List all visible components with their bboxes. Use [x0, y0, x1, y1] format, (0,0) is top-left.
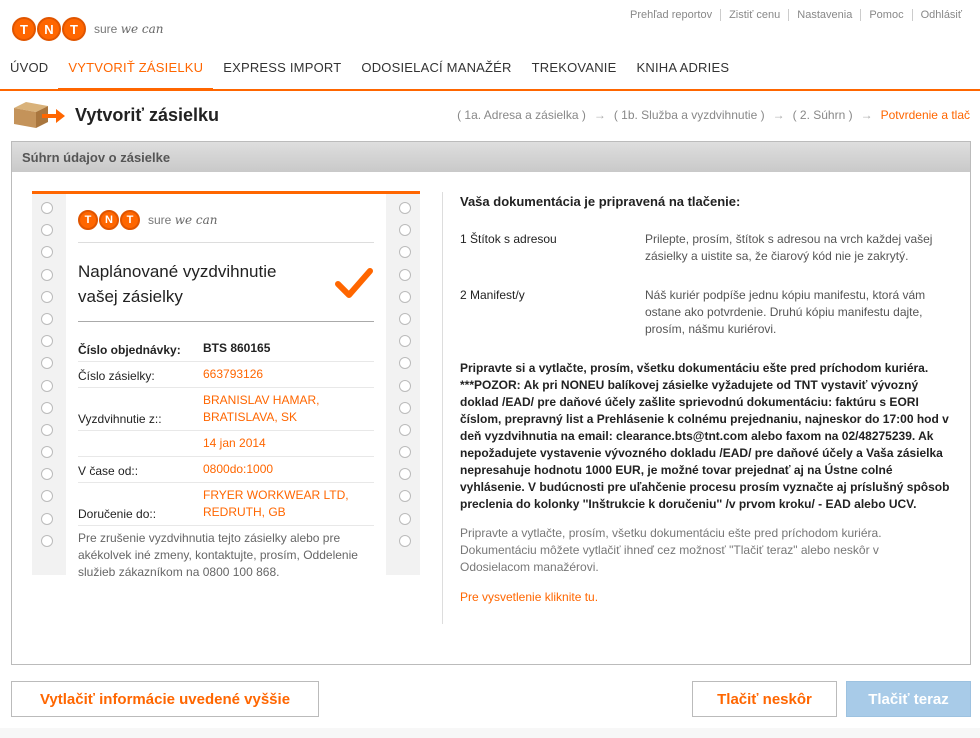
- doc-name: 1 Štítok s adresou: [460, 232, 557, 246]
- detail-row-time: V čase od:: 0800do:1000: [78, 457, 374, 483]
- summary-header: Súhrn údajov o zásielke: [12, 142, 970, 172]
- toplink-help[interactable]: Pomoc: [860, 9, 911, 21]
- detail-label: Doručenie do::: [78, 507, 157, 521]
- detail-label: Číslo objednávky:: [78, 343, 181, 357]
- detail-value: 663793126: [203, 367, 264, 381]
- perforation-left: [41, 202, 53, 547]
- doc-item-label: 1 Štítok s adresou Prilepte, prosím, ští…: [460, 231, 950, 265]
- step-arrow-icon: →: [593, 108, 606, 122]
- detail-value: 0800do:1000: [203, 462, 274, 476]
- detail-row-pickup-date: 14 jan 2014: [78, 431, 374, 457]
- toplink-reports[interactable]: Prehľad reportov: [622, 9, 720, 21]
- nav-item-address-book[interactable]: KNIHA ADRIES: [626, 58, 739, 90]
- step-arrow-icon: →: [772, 108, 785, 122]
- logo-letter: T: [12, 17, 36, 41]
- card-logo: T N T sure we can: [78, 194, 374, 243]
- pickup-card-paper: T N T sure we can Naplánované vyzdvihnut…: [66, 194, 386, 581]
- detail-row-order: Číslo objednávky: BTS 860165: [78, 336, 374, 362]
- perforation-right: [399, 202, 411, 547]
- wizard-steps: ( 1a. Adresa a zásielka ) → ( 1b. Služba…: [457, 108, 970, 122]
- detail-value: BTS 860165: [203, 341, 271, 355]
- logo-letter: N: [37, 17, 61, 41]
- detail-value: FRYER WORKWEAR LTD, REDRUTH, GB: [203, 488, 349, 519]
- doc-description: Prilepte, prosím, štítok s adresou na vr…: [645, 232, 933, 263]
- tnt-logo[interactable]: T N T sure we can: [12, 17, 163, 41]
- cancellation-note: Pre zrušenie vyzdvihnutia tejto zásielky…: [78, 531, 358, 579]
- top-links: Prehľad reportov Zistiť cenu Nastavenia …: [622, 9, 970, 21]
- pickup-card: T N T sure we can Naplánované vyzdvihnut…: [32, 191, 420, 581]
- detail-row-pickup-from: Vyzdvihnutie z:: BRANISLAV HAMAR, BRATIS…: [78, 388, 374, 431]
- toplink-price[interactable]: Zistiť cenu: [720, 9, 788, 21]
- print-info-text: Pripravte a vytlačte, prosím, všetku dok…: [460, 526, 882, 574]
- detail-value: BRANISLAV HAMAR, BRATISLAVA, SK: [203, 393, 320, 424]
- checkmark-icon: [335, 268, 373, 298]
- toplink-settings[interactable]: Nastavenia: [788, 9, 860, 21]
- tnt-logo-badge: T N T: [78, 210, 140, 230]
- logo-slogan: sure we can: [148, 213, 218, 227]
- logo-letter: T: [62, 17, 86, 41]
- step-summary[interactable]: ( 2. Súhrn ): [793, 108, 853, 122]
- step-arrow-icon: →: [860, 108, 873, 122]
- toplink-logout[interactable]: Odhlásiť: [911, 9, 970, 21]
- main-nav: ÚVOD VYTVORIŤ ZÁSIELKU EXPRESS IMPORT OD…: [0, 58, 980, 90]
- detail-row-consignment: Číslo zásielky: 663793126: [78, 362, 374, 388]
- card-details: Číslo objednávky: BTS 860165 Číslo zásie…: [78, 336, 374, 581]
- detail-row-delivery-to: Doručenie do:: FRYER WORKWEAR LTD, REDRU…: [78, 483, 374, 526]
- nav-item-shipping-manager[interactable]: ODOSIELACÍ MANAŽÉR: [351, 58, 521, 90]
- doc-name: 2 Manifest/y: [460, 288, 525, 302]
- nav-item-home[interactable]: ÚVOD: [0, 58, 58, 90]
- doc-description: Náš kuriér podpíše jednu kópiu manifestu…: [645, 288, 926, 336]
- bottom-strip: [0, 728, 980, 738]
- package-arrow-icon: [14, 102, 65, 128]
- card-title: Naplánované vyzdvihnutie vašej zásielky: [78, 262, 277, 306]
- card-title-row: Naplánované vyzdvihnutie vašej zásielky: [78, 243, 374, 322]
- nav-item-create-shipment[interactable]: VYTVORIŤ ZÁSIELKU: [58, 58, 214, 90]
- nav-item-express-import[interactable]: EXPRESS IMPORT: [213, 58, 351, 90]
- doc-item-manifest: 2 Manifest/y Náš kuriér podpíše jednu kó…: [460, 287, 950, 338]
- step-service[interactable]: ( 1b. Služba a vyzdvihnutie ): [614, 108, 765, 122]
- detail-label: Číslo zásielky:: [78, 369, 155, 383]
- nav-underline: [0, 89, 980, 91]
- customs-warning: Pripravte si a vytlačte, prosím, všetku …: [460, 361, 950, 511]
- detail-label: Vyzdvihnutie z::: [78, 412, 162, 426]
- documentation-section: Vaša dokumentácia je pripravená na tlače…: [460, 194, 950, 606]
- column-divider: [442, 192, 443, 624]
- print-later-button[interactable]: Tlačiť neskôr: [692, 681, 837, 717]
- page-title: Vytvoriť zásielku: [75, 105, 220, 125]
- summary-panel: Súhrn údajov o zásielke T N T sure we ca…: [11, 141, 971, 665]
- step-confirm-print: Potvrdenie a tlač: [880, 108, 970, 122]
- logo-slogan: sure we can: [94, 22, 164, 36]
- nav-item-tracking[interactable]: TREKOVANIE: [522, 58, 627, 90]
- tnt-logo-badge: T N T: [12, 17, 86, 41]
- print-now-button[interactable]: Tlačiť teraz: [846, 681, 971, 717]
- detail-value: 14 jan 2014: [203, 436, 266, 450]
- step-address[interactable]: ( 1a. Adresa a zásielka ): [457, 108, 586, 122]
- page-header: Vytvoriť zásielku ( 1a. Adresa a zásielk…: [0, 92, 980, 140]
- explanation-link[interactable]: Pre vysvetlenie kliknite tu.: [460, 590, 598, 604]
- detail-label: V čase od::: [78, 464, 139, 478]
- documentation-heading: Vaša dokumentácia je pripravená na tlače…: [460, 194, 741, 209]
- print-info-button[interactable]: Vytlačiť informácie uvedené vyššie: [11, 681, 319, 717]
